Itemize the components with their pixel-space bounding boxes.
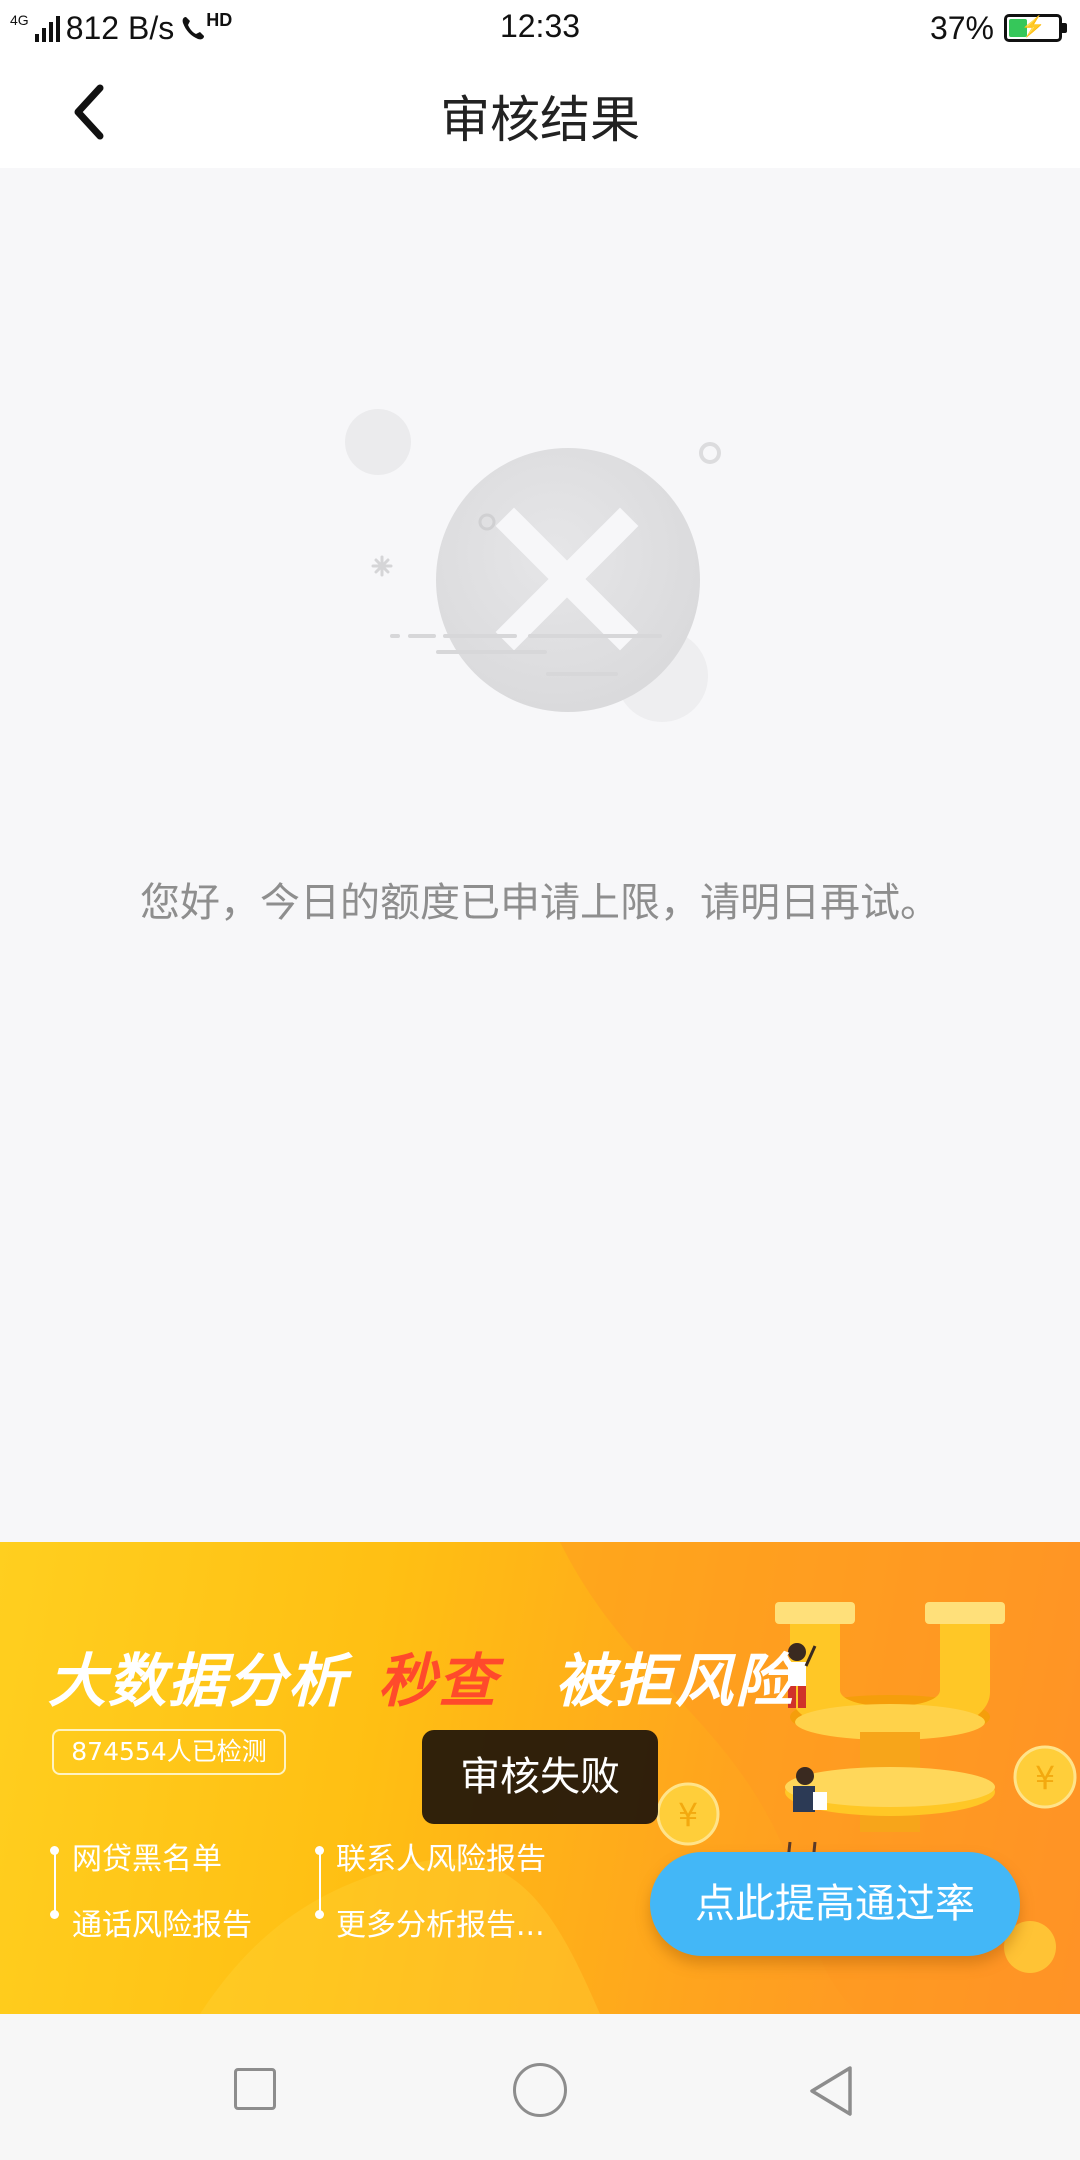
triangle-back-icon bbox=[810, 2066, 852, 2116]
feature-dot bbox=[50, 1910, 59, 1919]
status-bar: 4G 812 B/s HD 12:33 37% ⚡ bbox=[0, 0, 1080, 56]
banner-title-highlight: 秒查 bbox=[378, 1647, 499, 1715]
banner-title-risk: 被拒风险 bbox=[555, 1647, 796, 1715]
feature-item: 通话风险报告 bbox=[72, 1908, 252, 1943]
home-button[interactable] bbox=[513, 2063, 567, 2117]
deco-ring-top-right bbox=[699, 442, 721, 464]
status-right: 37% ⚡ bbox=[929, 8, 1067, 48]
nav-back-button[interactable] bbox=[806, 2064, 858, 2118]
page-title: 审核结果 bbox=[440, 91, 640, 149]
sparkle-icon bbox=[371, 555, 393, 577]
charging-bolt-icon: ⚡ bbox=[1020, 16, 1046, 38]
battery-icon: ⚡ bbox=[1004, 14, 1067, 42]
svg-text:¥: ¥ bbox=[1035, 1759, 1055, 1797]
deco-circle-top-left bbox=[345, 409, 411, 475]
feature-dot bbox=[50, 1846, 59, 1855]
coin-icon: ¥ bbox=[1013, 1745, 1077, 1809]
recent-apps-button[interactable] bbox=[234, 2068, 276, 2110]
detected-count-badge: 874554人已检测 bbox=[52, 1729, 286, 1775]
feature-item: 更多分析报告... bbox=[336, 1908, 545, 1943]
limit-message: 您好，今日的额度已申请上限，请明日再试。 bbox=[140, 880, 940, 926]
battery-percent: 37% bbox=[929, 9, 994, 46]
svg-text:¥: ¥ bbox=[678, 1796, 698, 1834]
coin-icon: ¥ bbox=[656, 1782, 720, 1846]
feature-item: 网贷黑名单 bbox=[72, 1842, 222, 1877]
feature-divider-left bbox=[54, 1850, 56, 1914]
feature-dot bbox=[315, 1910, 324, 1919]
app-header: 审核结果 bbox=[0, 56, 1080, 168]
feature-item: 联系人风险报告 bbox=[336, 1842, 546, 1877]
banner-title-main: 大数据分析 bbox=[48, 1647, 349, 1715]
feature-divider-right bbox=[319, 1850, 321, 1914]
toast-message: 审核失败 bbox=[422, 1730, 658, 1824]
clock: 12:33 bbox=[499, 8, 581, 44]
feature-dot bbox=[315, 1846, 324, 1855]
system-nav-bar bbox=[0, 2014, 1080, 2160]
failure-illustration bbox=[345, 409, 721, 722]
improve-pass-rate-button[interactable]: 点此提高通过率 bbox=[650, 1852, 1020, 1956]
